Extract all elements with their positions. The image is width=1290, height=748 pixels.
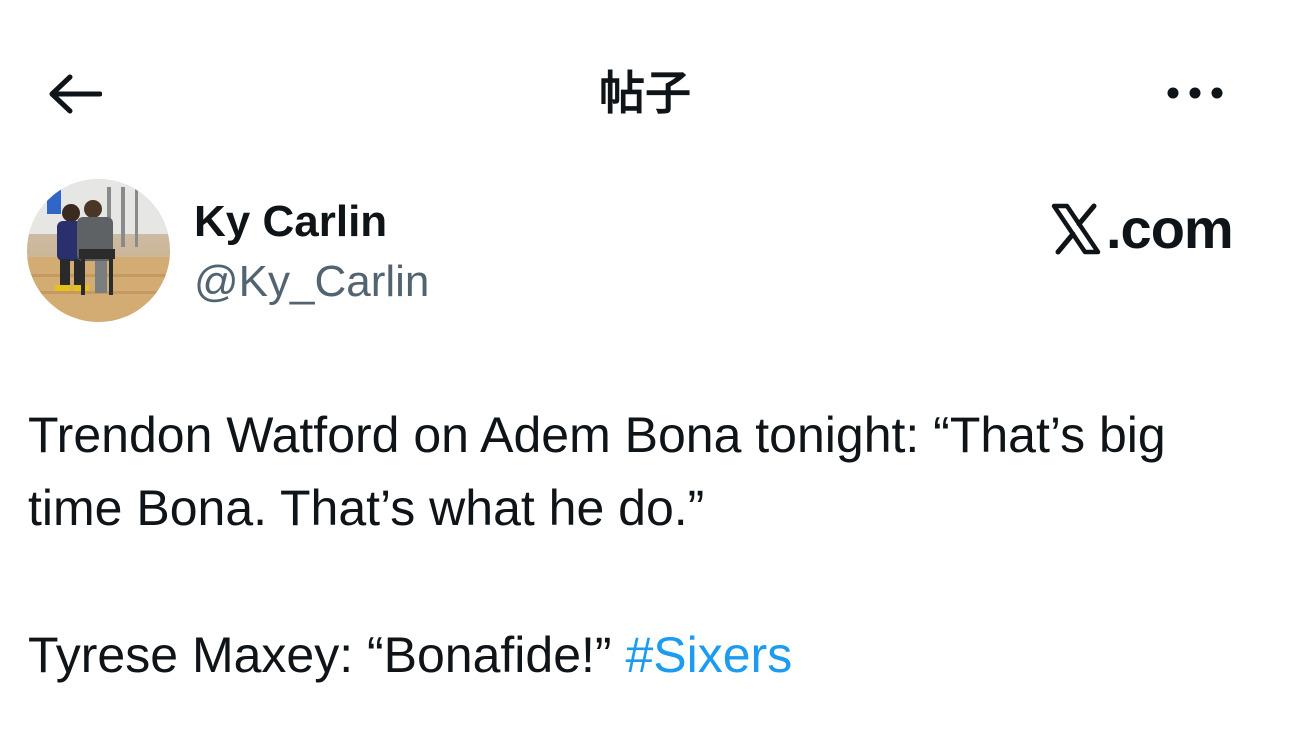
brand-text: .com xyxy=(1106,197,1234,260)
author-handle[interactable]: @Ky_Carlin xyxy=(194,254,429,310)
post-paragraph-1: Trendon Watford on Adem Bona tonight: “T… xyxy=(28,407,1166,536)
more-options-button[interactable] xyxy=(1158,64,1232,122)
post-text: Trendon Watford on Adem Bona tonight: “T… xyxy=(28,399,1258,692)
post-quote: Tyrese Maxey: “Bonafide!” xyxy=(28,627,612,683)
profile-photo xyxy=(27,179,170,322)
hashtag-link[interactable]: #Sixers xyxy=(625,627,792,683)
avatar[interactable] xyxy=(27,179,170,322)
x-com-logo: .com xyxy=(1050,196,1234,262)
more-horizontal-icon xyxy=(1167,87,1223,99)
post-paragraph-2: Tyrese Maxey: “Bonafide!” #Sixers xyxy=(28,619,1258,692)
page-title: 帖子 xyxy=(599,66,691,120)
author-name[interactable]: Ky Carlin xyxy=(194,194,387,250)
x-logo-icon xyxy=(1051,203,1101,255)
top-nav: 帖子 xyxy=(0,0,1290,185)
